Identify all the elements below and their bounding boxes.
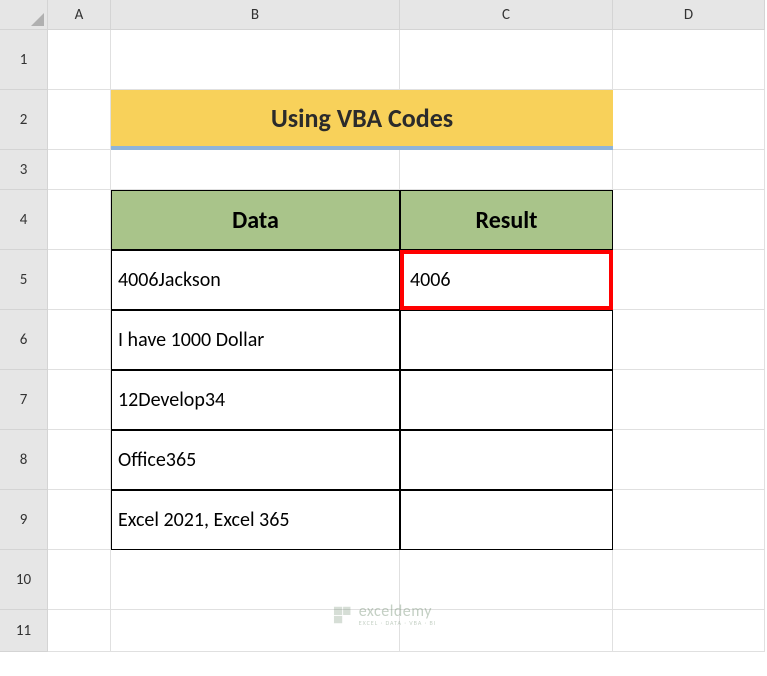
watermark: exceldemy EXCEL · DATA · VBA · BI	[331, 604, 437, 626]
col-header-a[interactable]: A	[48, 0, 111, 30]
row-header-11[interactable]: 11	[0, 610, 48, 652]
cell-d7[interactable]	[613, 370, 765, 430]
cell-d5[interactable]	[613, 250, 765, 310]
row-header-3[interactable]: 3	[0, 150, 48, 190]
watermark-text: exceldemy EXCEL · DATA · VBA · BI	[359, 604, 437, 626]
cell-a6[interactable]	[48, 310, 111, 370]
watermark-main: exceldemy	[359, 604, 437, 620]
watermark-sub: EXCEL · DATA · VBA · BI	[359, 620, 437, 626]
row-header-9[interactable]: 9	[0, 490, 48, 550]
cell-d8[interactable]	[613, 430, 765, 490]
cell-c1[interactable]	[400, 30, 613, 90]
cell-a10[interactable]	[48, 550, 111, 610]
cell-d1[interactable]	[613, 30, 765, 90]
row-header-6[interactable]: 6	[0, 310, 48, 370]
cell-d4[interactable]	[613, 190, 765, 250]
cell-d6[interactable]	[613, 310, 765, 370]
result-cell-c7[interactable]	[400, 370, 613, 430]
row-header-7[interactable]: 7	[0, 370, 48, 430]
cell-c10[interactable]	[400, 550, 613, 610]
cell-c3[interactable]	[400, 150, 613, 190]
row-header-1[interactable]: 1	[0, 30, 48, 90]
cell-a9[interactable]	[48, 490, 111, 550]
cell-d11[interactable]	[613, 610, 765, 652]
result-cell-c6[interactable]	[400, 310, 613, 370]
col-header-d[interactable]: D	[613, 0, 765, 30]
cell-a11[interactable]	[48, 610, 111, 652]
cell-a3[interactable]	[48, 150, 111, 190]
data-cell-b5[interactable]: 4006Jackson	[111, 250, 400, 310]
row-header-2[interactable]: 2	[0, 90, 48, 150]
cell-b10[interactable]	[111, 550, 400, 610]
data-cell-b9[interactable]: Excel 2021, Excel 365	[111, 490, 400, 550]
data-cell-b7[interactable]: 12Develop34	[111, 370, 400, 430]
cell-d2[interactable]	[613, 90, 765, 150]
cell-a1[interactable]	[48, 30, 111, 90]
result-cell-c5[interactable]: 4006	[400, 250, 613, 310]
result-cell-c9[interactable]	[400, 490, 613, 550]
result-cell-c8[interactable]	[400, 430, 613, 490]
title-cell[interactable]: Using VBA Codes	[111, 90, 613, 150]
cell-a4[interactable]	[48, 190, 111, 250]
table-header-result[interactable]: Result	[400, 190, 613, 250]
data-cell-b8[interactable]: Office365	[111, 430, 400, 490]
cell-d9[interactable]	[613, 490, 765, 550]
row-header-5[interactable]: 5	[0, 250, 48, 310]
cell-a2[interactable]	[48, 90, 111, 150]
cell-d10[interactable]	[613, 550, 765, 610]
table-header-data[interactable]: Data	[111, 190, 400, 250]
col-header-b[interactable]: B	[111, 0, 400, 30]
cell-b3[interactable]	[111, 150, 400, 190]
col-header-c[interactable]: C	[400, 0, 613, 30]
spreadsheet-grid: A B C D 1 2 3 4 5 6 7 8 9 10 11 Using VB…	[0, 0, 767, 652]
row-header-8[interactable]: 8	[0, 430, 48, 490]
select-all-corner[interactable]	[0, 0, 48, 30]
watermark-icon	[331, 604, 353, 626]
cell-a5[interactable]	[48, 250, 111, 310]
row-header-10[interactable]: 10	[0, 550, 48, 610]
cell-b1[interactable]	[111, 30, 400, 90]
cell-a7[interactable]	[48, 370, 111, 430]
row-header-4[interactable]: 4	[0, 190, 48, 250]
cell-a8[interactable]	[48, 430, 111, 490]
data-cell-b6[interactable]: I have 1000 Dollar	[111, 310, 400, 370]
cell-d3[interactable]	[613, 150, 765, 190]
